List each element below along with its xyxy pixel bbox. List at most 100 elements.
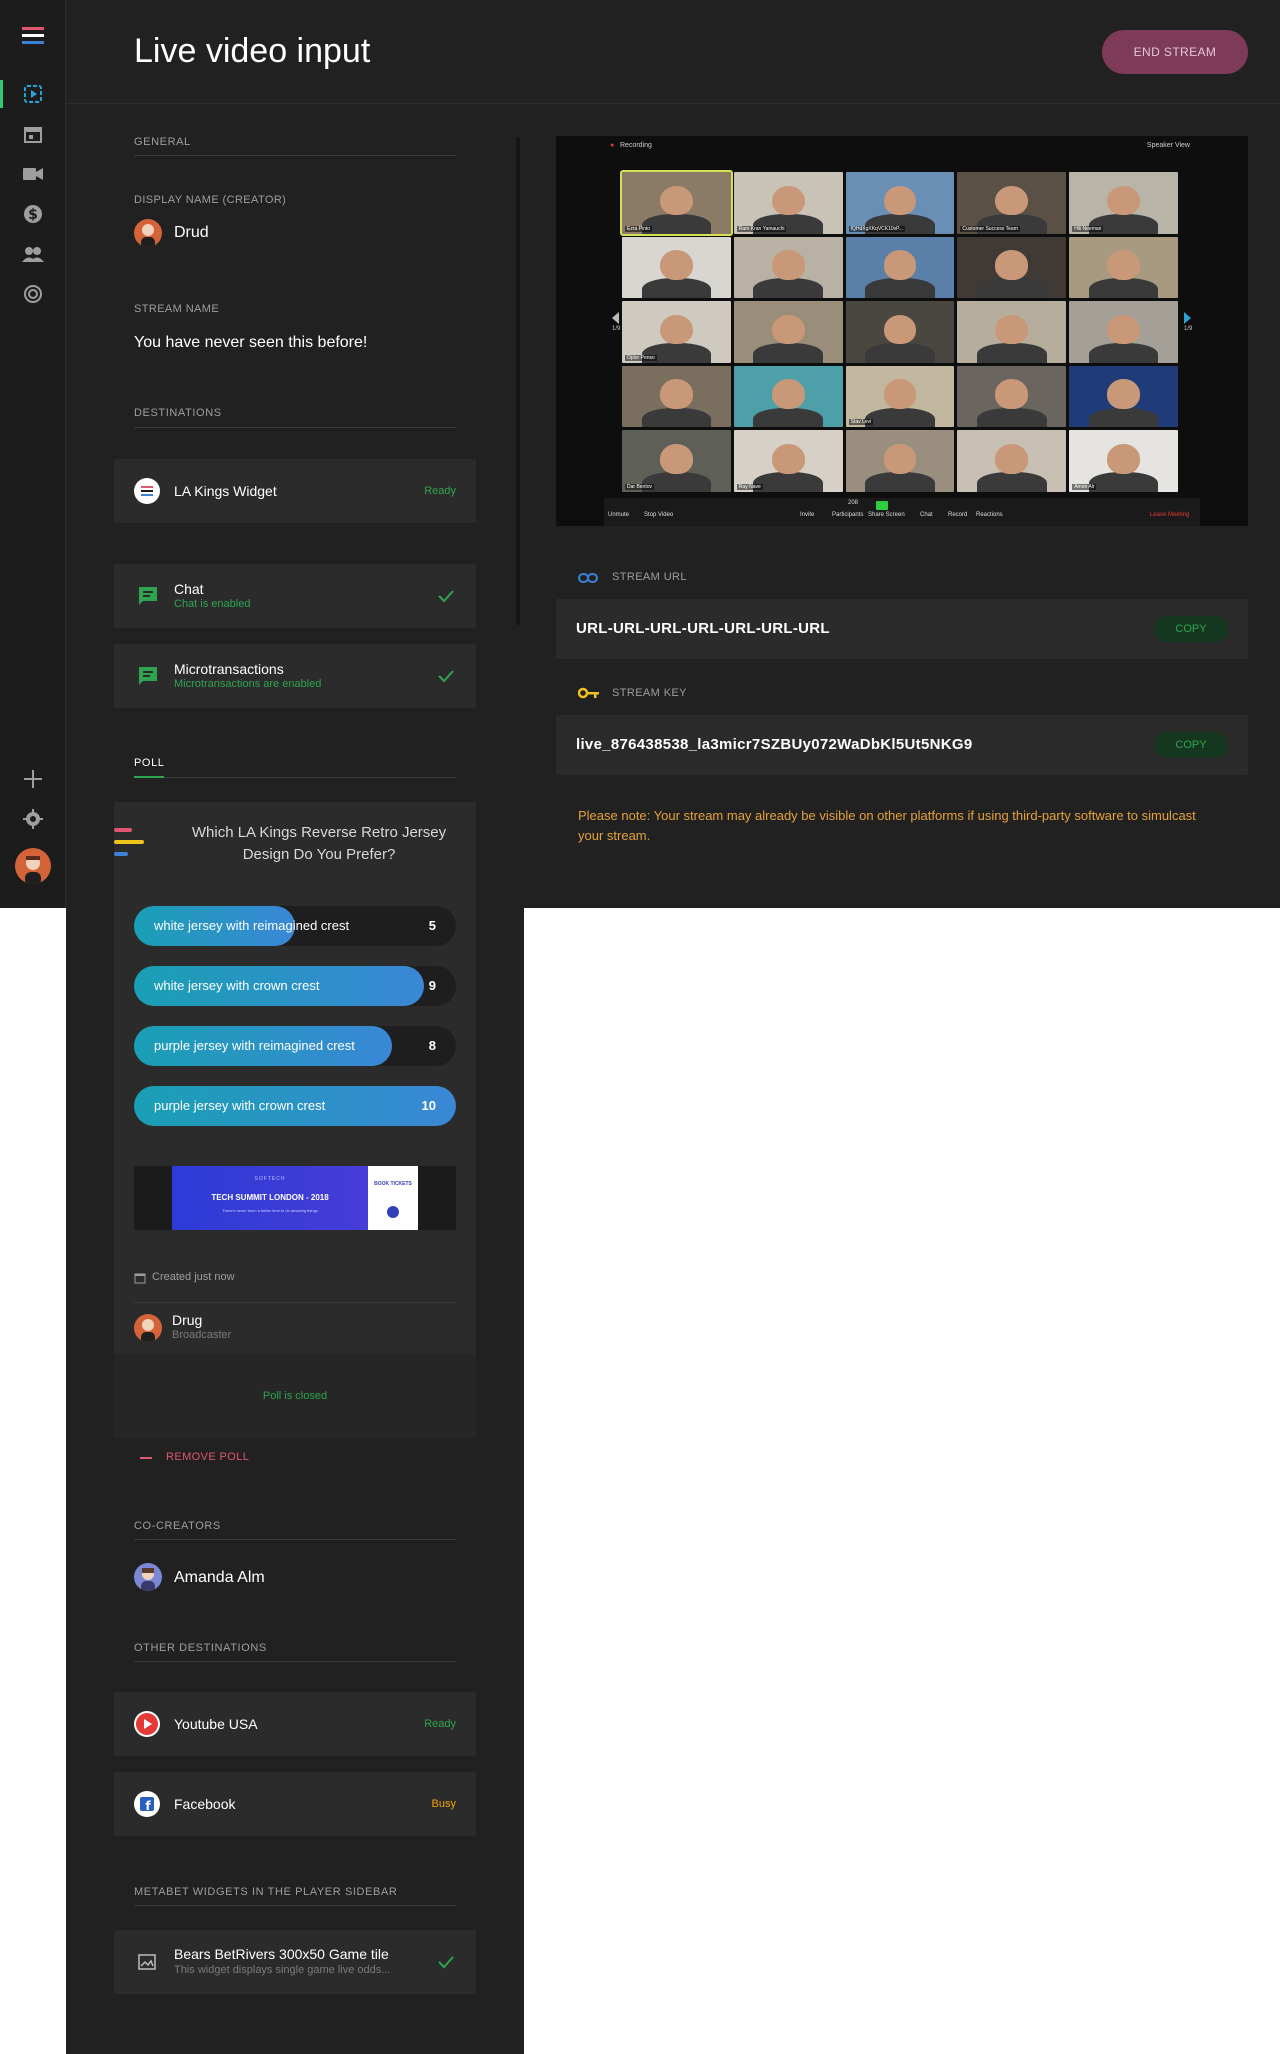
videocam-icon[interactable] xyxy=(22,163,44,185)
remove-poll-button[interactable]: REMOVE POLL xyxy=(166,1451,249,1463)
poll-option[interactable]: white jersey with crown crest 9 xyxy=(134,966,456,1006)
destination-facebook[interactable]: f Facebook Busy xyxy=(114,1772,476,1836)
participant-name: Hili Neeman xyxy=(1072,225,1104,232)
stream-name-value[interactable]: You have never seen this before! xyxy=(134,334,367,352)
other-destinations-section-title: OTHER DESTINATIONS xyxy=(134,1642,267,1654)
stream-key-field[interactable]: live_876438538_la3micr7SZBUy072WaDbKl5Ut… xyxy=(556,715,1248,775)
participant-tile xyxy=(733,236,843,299)
record-dot-icon: ● xyxy=(610,142,615,149)
poll-option-count: 10 xyxy=(421,1098,436,1113)
prev-page-icon[interactable] xyxy=(612,312,619,324)
participant-body xyxy=(865,343,935,363)
participant-tile: Oplor Penso xyxy=(622,301,731,363)
poll-option-count: 5 xyxy=(428,918,436,933)
divider xyxy=(134,1905,456,1906)
participant-tile xyxy=(1069,365,1178,428)
participant-tile: Ram Kran Yamauchi xyxy=(733,172,843,234)
destination-title: Chat xyxy=(174,581,204,597)
key-icon xyxy=(577,686,600,705)
toolbar-participants[interactable]: Participants xyxy=(832,512,863,518)
poll-option[interactable]: purple jersey with reimagined crest 8 xyxy=(134,1026,456,1066)
next-page-icon[interactable] xyxy=(1184,312,1191,324)
poll-ad-banner[interactable]: SOFTECH TECH SUMMIT LONDON - 2018 There'… xyxy=(134,1166,456,1230)
menu-icon[interactable] xyxy=(22,24,44,46)
user-avatar[interactable] xyxy=(15,848,51,884)
live-input-icon[interactable] xyxy=(22,83,44,105)
toolbar-reactions[interactable]: Reactions xyxy=(976,512,1003,518)
toolbar-share-screen[interactable]: Share Screen xyxy=(868,512,905,518)
participant-tile xyxy=(957,301,1067,363)
participant-tile xyxy=(845,430,955,492)
participant-body xyxy=(976,278,1047,299)
toolbar-stop-video[interactable]: Stop Video xyxy=(644,512,673,518)
divider xyxy=(134,1539,456,1540)
participant-name: Stav Levi xyxy=(848,419,874,426)
participant-tile xyxy=(733,301,843,363)
scrollbar[interactable] xyxy=(516,137,520,625)
participant-face xyxy=(883,250,917,280)
destination-microtransactions[interactable]: Microtransactions Microtransactions are … xyxy=(114,644,476,708)
add-icon[interactable] xyxy=(22,768,44,790)
participant-tile xyxy=(1069,236,1178,299)
remove-icon[interactable] xyxy=(140,1457,152,1459)
banner-cta-label: BOOK TICKETS xyxy=(374,1181,412,1187)
divider xyxy=(164,777,456,778)
participant-tile xyxy=(957,430,1067,492)
poll-logo-icon xyxy=(114,826,146,867)
destination-title: Youtube USA xyxy=(174,1716,258,1732)
video-preview[interactable]: ● Recording Speaker View 1/9 1/9 Ezra Pi… xyxy=(556,136,1248,526)
tab-poll[interactable]: POLL xyxy=(134,757,165,769)
participant-tile: Ray Nave xyxy=(733,430,843,492)
participant-tile: Amon Alr xyxy=(1069,430,1178,492)
copy-url-button[interactable]: COPY xyxy=(1154,616,1228,642)
participant-face xyxy=(660,314,693,345)
divider xyxy=(134,427,456,428)
participant-face xyxy=(1107,443,1140,474)
poll-author-avatar xyxy=(134,1314,162,1342)
toolbar-unmute[interactable]: Unmute xyxy=(608,512,629,518)
check-icon xyxy=(436,666,456,686)
destination-youtube[interactable]: Youtube USA Ready xyxy=(114,1692,476,1756)
participant-face xyxy=(1107,379,1140,409)
page-right: 1/9 xyxy=(1184,326,1193,332)
stream-url-field[interactable]: URL-URL-URL-URL-URL-URL-URL COPY xyxy=(556,599,1248,659)
calendar-icon[interactable] xyxy=(22,123,44,145)
poll-option[interactable]: purple jersey with crown crest 10 xyxy=(134,1086,456,1126)
participant-face xyxy=(995,379,1029,409)
destination-la-kings[interactable]: LA Kings Widget Ready xyxy=(114,459,476,523)
chat-icon xyxy=(138,586,158,611)
end-stream-button[interactable]: END STREAM xyxy=(1102,30,1248,74)
toolbar-leave-meeting[interactable]: Leave Meeting xyxy=(1150,512,1189,518)
settings-icon[interactable] xyxy=(22,808,44,830)
participant-tile: fQHdXgXKqVCK10vP... xyxy=(845,172,955,234)
active-indicator xyxy=(0,80,3,108)
toolbar-record[interactable]: Record xyxy=(948,512,967,518)
metabet-widget[interactable]: Bears BetRivers 300x50 Game tile This wi… xyxy=(114,1930,476,1994)
toolbar-invite[interactable]: Invite xyxy=(800,512,814,518)
participant-name: Ezra Pinto xyxy=(625,225,653,232)
dollar-icon[interactable]: $ xyxy=(22,203,44,225)
poll-option[interactable]: white jersey with reimagined crest 5 xyxy=(134,906,456,946)
participant-body xyxy=(753,343,823,363)
tab-indicator xyxy=(134,776,164,778)
participant-face xyxy=(771,379,805,409)
svg-text:f: f xyxy=(145,1799,151,1813)
participant-face xyxy=(771,314,805,345)
copy-key-button[interactable]: COPY xyxy=(1154,732,1228,758)
people-icon[interactable] xyxy=(22,243,44,265)
poll-author-role: Broadcaster xyxy=(172,1329,232,1341)
banner-cta[interactable]: BOOK TICKETS xyxy=(368,1166,418,1230)
share-screen-icon xyxy=(876,501,888,510)
svg-text:$: $ xyxy=(28,207,38,223)
participant-face xyxy=(883,314,917,345)
destination-title: Microtransactions xyxy=(174,661,284,677)
participants-count: 208 xyxy=(848,500,859,506)
la-kings-widget-icon xyxy=(134,478,160,504)
target-icon[interactable] xyxy=(22,283,44,305)
destination-chat[interactable]: Chat Chat is enabled xyxy=(114,564,476,628)
participant-name: Ram Kran Yamauchi xyxy=(736,225,787,232)
participant-face xyxy=(995,185,1029,216)
participant-tile xyxy=(845,236,955,299)
toolbar-chat[interactable]: Chat xyxy=(920,512,933,518)
page-title: Live video input xyxy=(134,32,371,70)
